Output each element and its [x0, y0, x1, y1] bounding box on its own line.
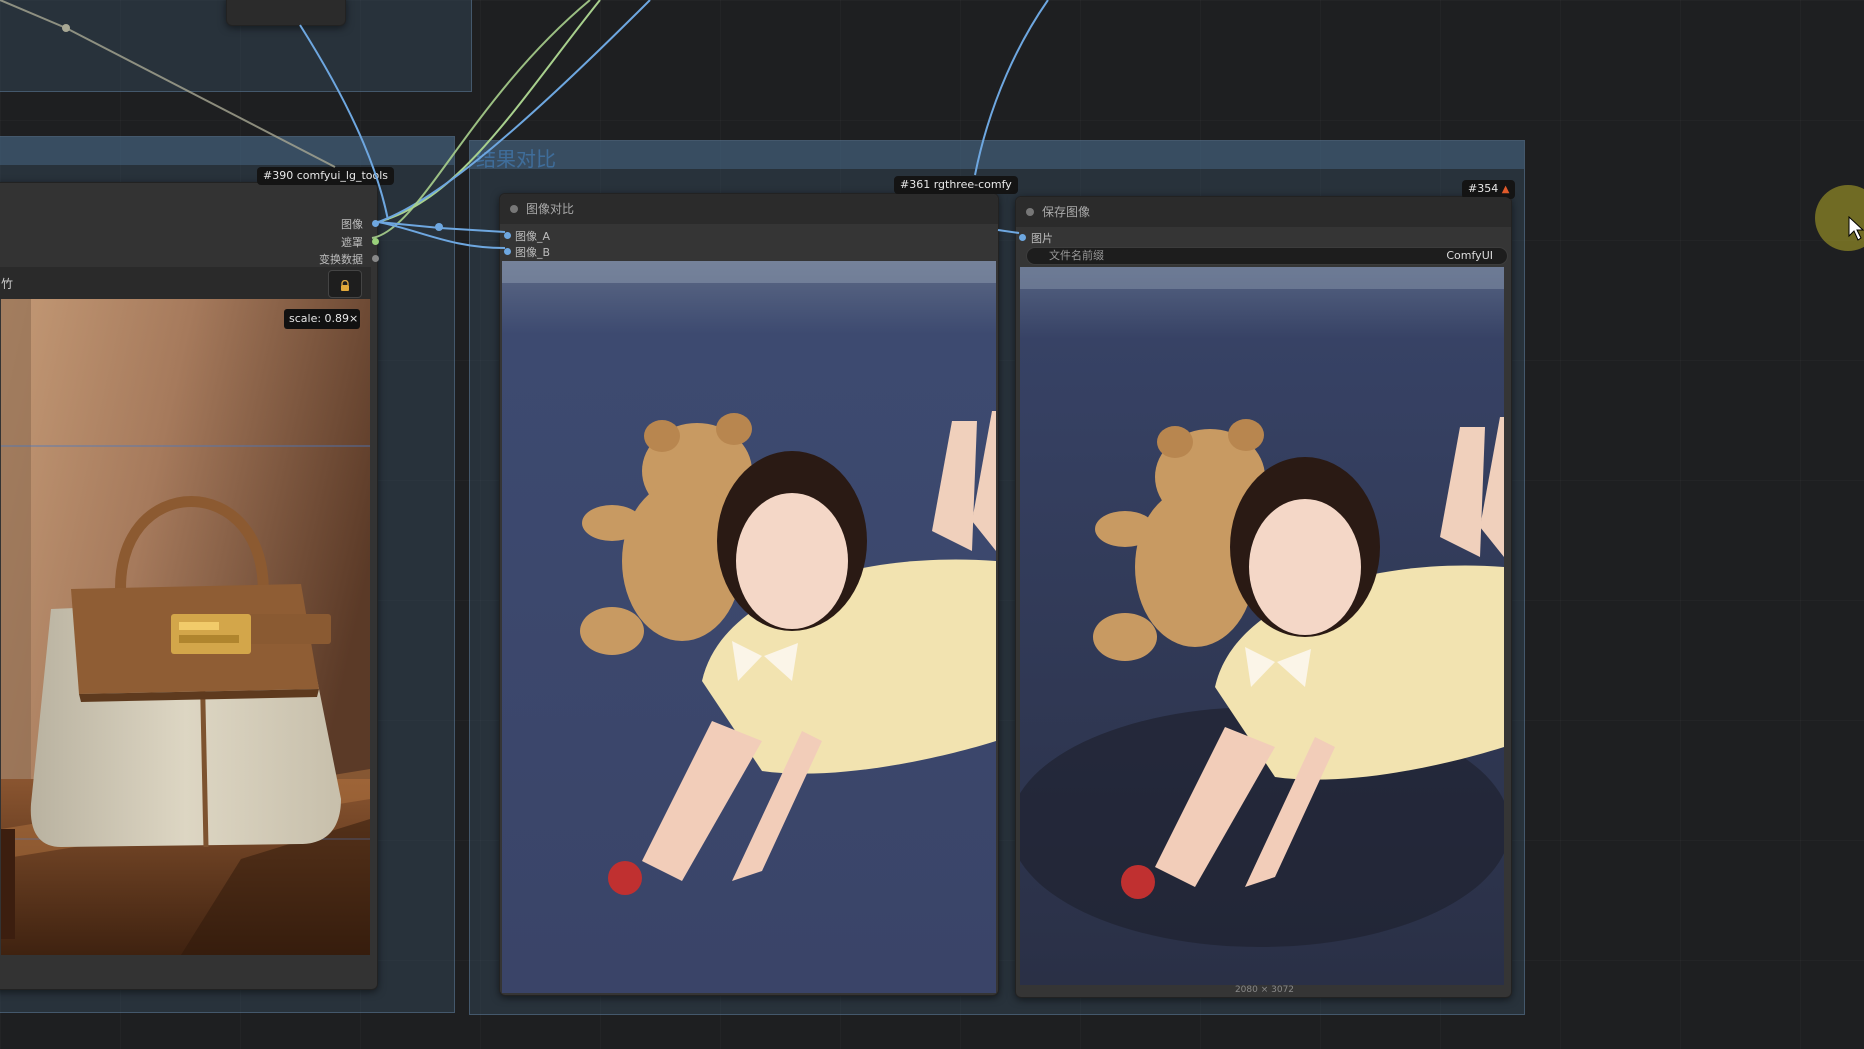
node-image-compare[interactable]: #361 rgthree-comfy 图像对比 图像_A 图像_B	[499, 176, 1018, 996]
node-id-badge: #390 comfyui_lg_tools	[257, 167, 395, 185]
group-left-header[interactable]	[0, 137, 454, 165]
group-compare-title: 结果对比	[476, 147, 556, 171]
toolbar-left-button[interactable]: 竹	[1, 275, 13, 292]
canvas-preview-image[interactable]: scale: 0.89×	[1, 299, 370, 955]
input-label-image-a: 图像_A	[515, 230, 551, 243]
output-dot-image[interactable]	[372, 220, 379, 227]
compare-photo	[502, 261, 996, 993]
node-canvas[interactable]: #390 comfyui_lg_tools 图像 遮罩 变换数据 竹 scale…	[0, 0, 1864, 1049]
compare-preview-image[interactable]	[502, 261, 996, 993]
image-size-label: 2080 × 3072	[1234, 985, 1295, 995]
pointer-cursor-icon	[1848, 215, 1864, 246]
input-dot-image[interactable]	[1019, 234, 1026, 241]
scale-indicator: scale: 0.89×	[289, 312, 359, 325]
filename-prefix-field[interactable]: 文件名前缀 ComfyUI	[1026, 247, 1508, 265]
input-label-image: 图片	[1031, 232, 1053, 245]
node-top-stub[interactable]	[226, 0, 346, 26]
saved-photo	[1020, 267, 1504, 985]
node-id-badge: #361 rgthree-comfy	[894, 176, 1018, 194]
lock-icon	[340, 277, 350, 291]
output-dot-mask[interactable]	[372, 238, 379, 245]
output-label-mask: 遮罩	[341, 236, 363, 249]
output-dot-transform[interactable]	[372, 255, 379, 262]
output-label-image: 图像	[341, 218, 363, 231]
fox-icon: ▲	[1501, 184, 1510, 195]
group-compare-header[interactable]	[470, 141, 1524, 169]
lock-button[interactable]	[328, 270, 362, 298]
input-slot-image-b[interactable]: 图像_B	[515, 244, 550, 260]
output-slot-mask[interactable]: 遮罩	[341, 234, 363, 250]
input-slot-image[interactable]: 图片	[1031, 230, 1053, 246]
node-id-text: #354	[1468, 182, 1499, 195]
node-title: 保存图像	[1042, 205, 1091, 219]
input-slot-image-a[interactable]: 图像_A	[515, 228, 550, 244]
filename-prefix-value: ComfyUI	[1446, 249, 1493, 262]
editor-toolbar: 竹	[0, 267, 371, 299]
input-dot-image-b[interactable]	[504, 248, 511, 255]
node-save-image[interactable]: #354 ▲ 保存图像 图片 文件名前缀 ComfyUI 2080 × 3072	[1015, 180, 1516, 998]
node-title-bar[interactable]: 保存图像	[1016, 197, 1511, 227]
output-label-transform: 变换数据	[319, 253, 363, 266]
node-title-bar[interactable]: 图像对比	[500, 194, 998, 224]
output-slot-transform[interactable]: 变换数据	[319, 251, 363, 267]
collapse-dot[interactable]	[510, 205, 518, 213]
output-slot-image[interactable]: 图像	[341, 216, 363, 232]
collapse-dot[interactable]	[1026, 208, 1034, 216]
node-title: 图像对比	[526, 202, 575, 216]
input-label-image-b: 图像_B	[515, 246, 551, 259]
saved-preview-image[interactable]	[1020, 267, 1504, 985]
handbag-photo	[1, 299, 370, 955]
node-lg-tools[interactable]: #390 comfyui_lg_tools 图像 遮罩 变换数据 竹 scale…	[0, 167, 395, 990]
filename-prefix-label: 文件名前缀	[1049, 249, 1104, 262]
input-dot-image-a[interactable]	[504, 232, 511, 239]
